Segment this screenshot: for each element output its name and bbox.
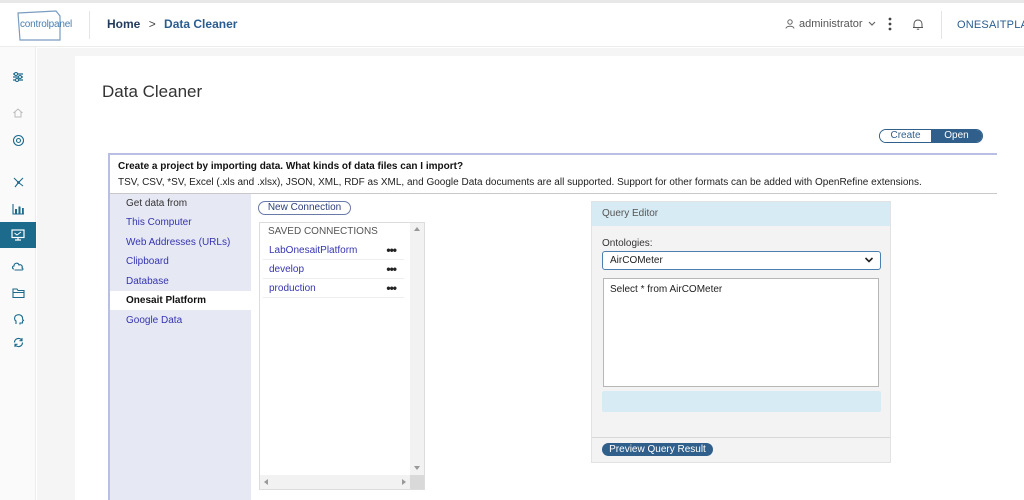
user-name: administrator	[799, 18, 863, 30]
logo[interactable]: controlpanel	[16, 10, 72, 41]
new-connection-button[interactable]: New Connection	[258, 201, 351, 215]
bar-chart-icon[interactable]	[0, 197, 36, 221]
create-button[interactable]: Create	[880, 130, 931, 142]
query-result-area	[602, 391, 881, 412]
scroll-up-icon[interactable]	[414, 227, 420, 231]
scroll-down-icon[interactable]	[414, 466, 420, 470]
cloud-icon[interactable]	[0, 254, 36, 278]
horizontal-scrollbar[interactable]	[260, 475, 410, 489]
intro-title: Create a project by importing data. What…	[118, 161, 464, 172]
breadcrumb: Home > Data Cleaner	[107, 17, 237, 31]
preview-query-result-button[interactable]: Preview Query Result	[602, 443, 713, 456]
page-title: Data Cleaner	[102, 82, 203, 101]
query-textarea[interactable]: Select * from AirCOMeter	[603, 278, 879, 387]
top-bar: controlpanel Home > Data Cleaner adminis…	[0, 0, 1024, 47]
scroll-left-icon[interactable]	[264, 479, 268, 485]
divider	[89, 11, 90, 39]
source-clipboard[interactable]: Clipboard	[110, 252, 251, 271]
vertical-scrollbar[interactable]	[410, 223, 424, 476]
source-this-computer[interactable]: This Computer	[110, 213, 251, 232]
scroll-right-icon[interactable]	[402, 479, 406, 485]
create-open-toggle: Create Open	[879, 129, 983, 143]
target-icon[interactable]	[0, 128, 36, 152]
home-icon[interactable]	[0, 101, 36, 125]
query-editor-title: Query Editor	[592, 202, 890, 226]
breadcrumb-current: Data Cleaner	[164, 17, 238, 31]
more-options-icon[interactable]: •••	[386, 279, 397, 298]
ontology-selected-value: AirCOMeter	[610, 255, 663, 266]
ontologies-label: Ontologies:	[602, 238, 653, 249]
scroll-corner	[410, 475, 424, 489]
intro-text: TSV, CSV, *SV, Excel (.xls and .xlsx), J…	[118, 177, 922, 188]
data-source-list: Get data from This Computer Web Addresse…	[110, 194, 251, 500]
source-google-data[interactable]: Google Data	[110, 311, 251, 330]
logo-text: controlpanel	[20, 19, 73, 30]
connection-name: production	[269, 283, 316, 294]
monitor-icon[interactable]	[0, 222, 36, 248]
sidebar	[0, 47, 36, 500]
kebab-menu-icon[interactable]	[887, 16, 893, 32]
divider	[592, 437, 890, 438]
bell-icon[interactable]	[912, 18, 924, 31]
folder-icon[interactable]	[0, 281, 36, 305]
connection-item[interactable]: develop •••	[263, 260, 404, 279]
sync-icon[interactable]	[0, 330, 36, 354]
chevron-down-icon	[868, 21, 876, 26]
chevron-down-icon	[864, 257, 874, 263]
connection-item[interactable]: production •••	[263, 279, 404, 298]
user-icon	[785, 19, 795, 29]
connection-item[interactable]: LabOnesaitPlatform •••	[263, 241, 404, 260]
breadcrumb-separator: >	[148, 17, 156, 31]
source-database[interactable]: Database	[110, 272, 251, 291]
more-options-icon[interactable]: •••	[386, 241, 397, 260]
saved-connections-title: SAVED CONNECTIONS	[268, 226, 378, 237]
divider	[941, 11, 942, 39]
brain-icon[interactable]	[0, 307, 36, 331]
connection-name: develop	[269, 264, 305, 275]
more-options-icon[interactable]: •••	[386, 260, 397, 279]
network-icon[interactable]	[0, 170, 36, 194]
source-onesait-platform[interactable]: Onesait Platform	[110, 291, 251, 310]
source-list-header: Get data from	[126, 198, 188, 209]
source-web-addresses[interactable]: Web Addresses (URLs)	[110, 233, 251, 252]
user-menu[interactable]: administrator	[785, 18, 877, 30]
connection-name: LabOnesaitPlatform	[269, 245, 358, 256]
breadcrumb-home[interactable]: Home	[107, 17, 140, 31]
open-button[interactable]: Open	[931, 130, 982, 142]
sliders-icon[interactable]	[0, 65, 36, 89]
platform-name[interactable]: ONESAITPLATFO	[957, 19, 1024, 31]
ontology-select[interactable]: AirCOMeter	[602, 251, 881, 270]
